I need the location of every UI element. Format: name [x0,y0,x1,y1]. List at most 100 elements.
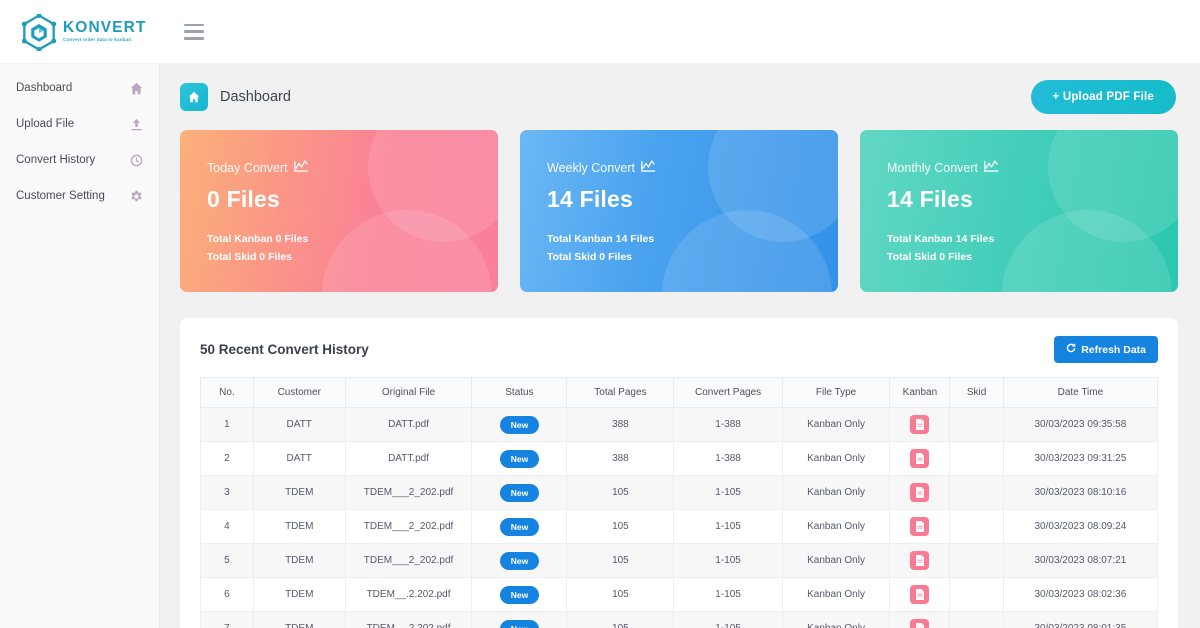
status-badge: New [499,517,540,536]
cell-file-type: Kanban Only [781,509,891,544]
upload-pdf-file-button[interactable]: + Upload PDF File [1030,80,1176,114]
hexagon-cube-icon [21,12,57,52]
cell-skid [949,509,1004,544]
hamburger-menu-icon[interactable] [184,23,204,40]
clock-icon [129,153,143,167]
panel-title: 50 Recent Convert History [200,342,369,357]
stat-card-total-kanban: Total Kanban 14 Files [547,233,655,246]
sidebar-item-dashboard[interactable]: Dashboard [0,70,159,106]
cell-no: 7 [200,611,254,628]
pdf-file-icon[interactable] [910,619,930,628]
column-header-file-type[interactable]: File Type [781,377,891,408]
cell-convert-pages: 1-388 [673,441,783,476]
top-bar: KONVERT Convert order data to kanban [0,0,1200,64]
stat-card-sub: Total Kanban 14 Files Total Skid 0 Files [887,231,994,266]
column-header-convert-pages[interactable]: Convert Pages [673,377,783,408]
stat-card-label: Monthly Convert [887,161,979,175]
cell-kanban [889,509,951,544]
cell-original-file: TDEM___2_202.pdf [344,509,473,544]
cell-datetime: 30/03/2023 08:01:35 [1002,611,1159,628]
cell-file-type: Kanban Only [781,475,891,510]
pdf-file-icon[interactable] [910,551,930,570]
pdf-file-icon[interactable] [910,415,930,434]
sidebar-item-customer-setting[interactable]: Customer Setting [0,178,159,214]
convert-history-table: No. Customer Original File Status Total … [200,377,1159,628]
pdf-file-icon[interactable] [910,585,930,604]
cell-total-pages: 105 [566,611,675,628]
convert-history-panel: 50 Recent Convert History Refresh Data N… [180,318,1178,628]
brand-logo[interactable]: KONVERT Convert order data to kanban [0,0,160,64]
table-row[interactable]: 6 TDEM TDEM__.2.202.pdf New 105 1-105 Kanban O… [200,577,1159,612]
main-content: Dashboard + Upload PDF File Today Conver… [160,64,1200,628]
pdf-file-icon[interactable] [910,483,930,502]
table-row[interactable]: 5 TDEM TDEM___2_202.pdf New 105 1-105 Kanban O… [200,543,1159,578]
cell-customer: TDEM [252,475,346,510]
status-badge: New [499,585,540,604]
column-header-original-file[interactable]: Original File [344,377,473,408]
pdf-file-icon[interactable] [910,517,930,536]
stat-card-total-kanban: Total Kanban 14 Files [887,233,995,246]
chart-line-icon [984,159,999,176]
table-row[interactable]: 2 DATT DATT.pdf New 388 1-388 Kanban Only 30/03… [200,441,1159,476]
stat-card-total-kanban: Total Kanban 0 Files [207,233,309,246]
stat-card-today-convert: Today Convert 0 Files Total Kanban 0 Fil… [180,130,498,292]
cell-status: New [471,407,568,442]
stat-cards: Today Convert 0 Files Total Kanban 0 Fil… [160,130,1200,292]
cell-customer: TDEM [252,611,346,628]
cell-file-type: Kanban Only [781,407,891,442]
column-header-status[interactable]: Status [471,377,568,408]
sidebar-item-label: Convert History [16,154,96,166]
cell-status: New [471,509,568,544]
cell-total-pages: 388 [566,441,675,476]
stat-card-total-skid: Total Skid 0 Files [887,250,972,263]
cell-datetime: 30/03/2023 09:31:25 [1002,441,1159,476]
table-body: 1 DATT DATT.pdf New 388 1-388 Kanban Only 30/03… [200,407,1159,628]
table-row[interactable]: 1 DATT DATT.pdf New 388 1-388 Kanban Only 30/03… [200,407,1159,442]
upload-icon [129,117,143,131]
pdf-file-icon[interactable] [910,449,930,468]
cell-file-type: Kanban Only [781,441,891,476]
cell-total-pages: 105 [566,543,675,578]
chart-line-icon [293,159,309,176]
column-header-skid[interactable]: Skid [949,377,1004,408]
sidebar-item-label: Upload File [16,118,75,130]
column-header-customer[interactable]: Customer [252,377,346,408]
stat-card-sub: Total Kanban 14 Files Total Skid 0 Files [547,231,654,266]
column-header-no[interactable]: No. [200,377,254,408]
cell-status: New [471,475,568,510]
panel-header: 50 Recent Convert History Refresh Data [200,336,1158,363]
cell-datetime: 30/03/2023 09:35:58 [1002,407,1159,442]
cell-original-file: TDEM__.2.202.pdf [344,577,473,612]
table-row[interactable]: 3 TDEM TDEM___2_202.pdf New 105 1-105 Kanban O… [200,475,1159,510]
cell-customer: TDEM [252,509,346,544]
cell-kanban [889,611,951,628]
cell-kanban [889,577,951,612]
refresh-data-button[interactable]: Refresh Data [1054,336,1158,363]
table-row[interactable]: 7TDEMTDEM__.2.202.pdf New 1051-105Kanban O… [200,611,1159,628]
sidebar-item-convert-history[interactable]: Convert History [0,142,159,178]
cell-datetime: 30/03/2023 08:10:16 [1002,475,1159,510]
cell-convert-pages: 1-105 [673,543,783,578]
cell-total-pages: 105 [566,577,675,612]
column-header-date-time[interactable]: Date Time [1002,377,1159,408]
brand-name: KONVERT [63,18,147,36]
status-badge: New [499,449,540,468]
page-title: Dashboard [220,89,291,105]
stat-card-label-row: Weekly Convert [547,159,838,176]
cell-customer: DATT [252,441,346,476]
cell-kanban [889,407,951,442]
cell-no: 5 [200,543,254,578]
cell-status: New [471,543,568,578]
cell-datetime: 30/03/2023 08:07:21 [1002,543,1159,578]
sidebar-item-label: Dashboard [16,82,73,94]
status-badge: New [499,415,540,434]
table-row[interactable]: 4 TDEM TDEM___2_202.pdf New 105 1-105 Kanban O… [200,509,1159,544]
column-header-kanban[interactable]: Kanban [889,377,951,408]
sidebar-item-upload-file[interactable]: Upload File [0,106,159,142]
chart-line-icon [641,159,656,176]
cell-original-file: TDEM__.2.202.pdf [344,611,473,628]
cell-convert-pages: 1-105 [673,611,783,628]
home-icon [129,81,143,95]
cell-kanban [889,475,951,510]
column-header-total-pages[interactable]: Total Pages [566,377,675,408]
